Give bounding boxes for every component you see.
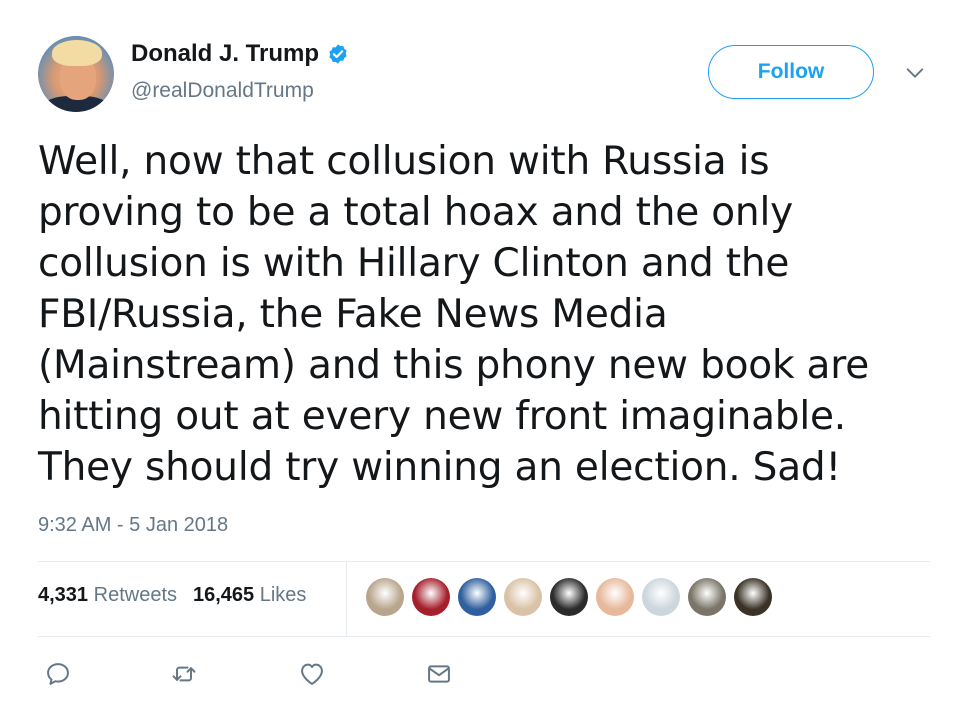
- user-handle[interactable]: @realDonaldTrump: [131, 79, 314, 103]
- divider: [38, 561, 930, 562]
- verified-badge-icon: [329, 44, 347, 64]
- tweet-text-line: proving to be a total hoax and the only: [38, 190, 793, 235]
- chevron-down-icon[interactable]: [904, 62, 926, 84]
- likes-count: 16,465: [193, 584, 255, 606]
- tweet-text: Well, now that collusion with Russia is …: [38, 136, 938, 493]
- liker-avatar[interactable]: [504, 578, 542, 616]
- retweets-stat[interactable]: 4,331 Retweets: [38, 584, 177, 607]
- tweet-text-line: (Mainstream) and this phony new book are: [38, 343, 869, 388]
- like-button[interactable]: [298, 660, 326, 688]
- liker-avatar[interactable]: [596, 578, 634, 616]
- likes-stat[interactable]: 16,465 Likes: [193, 584, 306, 607]
- envelope-icon: [428, 665, 450, 683]
- stats-divider: [346, 562, 347, 636]
- liker-avatars: [366, 578, 772, 616]
- reply-button[interactable]: [44, 660, 72, 688]
- liker-avatar[interactable]: [734, 578, 772, 616]
- heart-icon: [301, 663, 323, 685]
- tweet-text-line: They should try winning an election. Sad…: [38, 445, 841, 490]
- tweet-timestamp[interactable]: 9:32 AM - 5 Jan 2018: [38, 514, 228, 537]
- user-name-row: Donald J. Trump: [131, 40, 349, 68]
- liker-avatar[interactable]: [412, 578, 450, 616]
- tweet-text-line: hitting out at every new front imaginabl…: [38, 394, 846, 439]
- follow-button[interactable]: Follow: [708, 45, 874, 99]
- tweet-text-line: FBI/Russia, the Fake News Media: [38, 292, 668, 337]
- liker-avatar[interactable]: [688, 578, 726, 616]
- liker-avatar[interactable]: [550, 578, 588, 616]
- liker-avatar[interactable]: [458, 578, 496, 616]
- retweets-label: Retweets: [93, 584, 177, 606]
- avatar[interactable]: [38, 36, 114, 112]
- retweet-icon: [172, 666, 196, 682]
- display-name[interactable]: Donald J. Trump: [131, 40, 319, 68]
- divider: [38, 636, 930, 637]
- likes-label: Likes: [259, 584, 307, 606]
- tweet-text-line: collusion is with Hillary Clinton and th…: [38, 241, 790, 286]
- retweets-count: 4,331: [38, 584, 89, 606]
- liker-avatar[interactable]: [642, 578, 680, 616]
- reply-icon: [47, 663, 69, 685]
- tweet-stats: 4,331 Retweets 16,465 Likes: [38, 584, 306, 607]
- direct-message-button[interactable]: [425, 660, 453, 688]
- tweet-text-line: Well, now that collusion with Russia is: [38, 139, 770, 184]
- liker-avatar[interactable]: [366, 578, 404, 616]
- tweet-card: Donald J. Trump @realDonaldTrump Follow …: [0, 0, 980, 721]
- retweet-button[interactable]: [170, 660, 198, 688]
